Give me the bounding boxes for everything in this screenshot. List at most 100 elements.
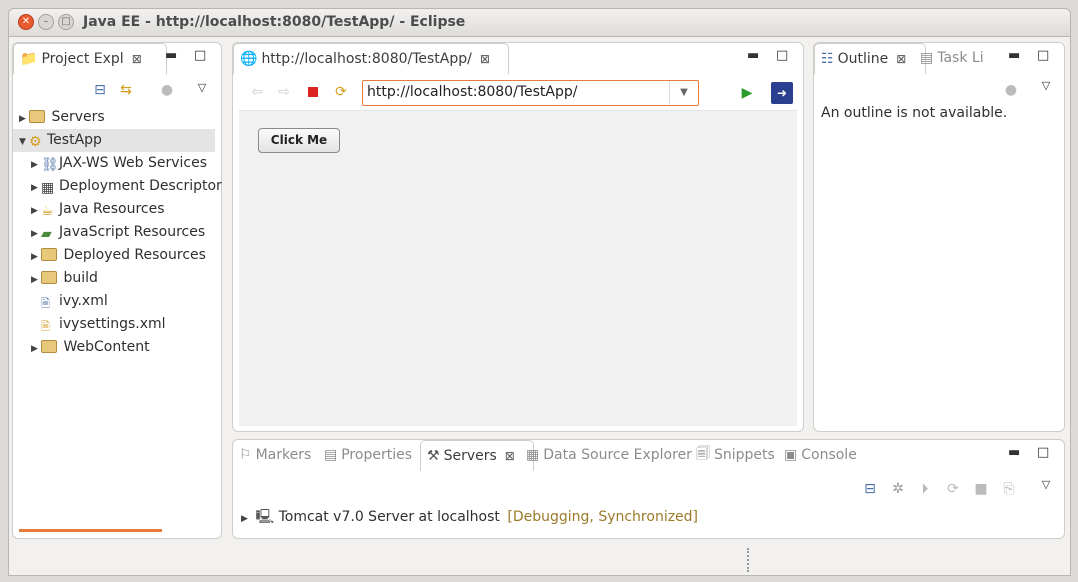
servers-icon: ⚒ (427, 448, 440, 464)
expand-triangle-icon[interactable]: ▶ (241, 514, 251, 524)
tab-snippets[interactable]: 🗐 Snippets (690, 440, 781, 470)
stop-icon[interactable] (304, 83, 322, 101)
tree-item-label: ivysettings.xml (59, 316, 166, 332)
collapse-triangle-icon[interactable]: ▼ (19, 131, 29, 154)
view-menu-icon[interactable]: ▽ (1037, 77, 1055, 95)
minimize-view-icon[interactable]: ▬ (1008, 48, 1020, 63)
tree-item-javascript-resources[interactable]: ▶ ▰ JavaScript Resources (31, 221, 205, 244)
expand-triangle-icon[interactable]: ▶ (31, 269, 41, 292)
minimize-view-icon[interactable]: ▬ (1008, 445, 1020, 460)
expand-triangle-icon[interactable]: ▶ (31, 338, 41, 361)
server-row[interactable]: ▶ 🖳 Tomcat v7.0 Server at localhost [Deb… (241, 506, 698, 530)
minimize-view-icon[interactable]: ▬ (165, 48, 177, 63)
collapse-all-icon[interactable]: ⊟ (91, 81, 109, 99)
tree-item-testapp[interactable]: ▼ ⚙ TestApp (13, 129, 215, 152)
tab-data-source-explorer[interactable]: ▦ Data Source Explorer (520, 440, 698, 470)
tree-item-deployment-descriptor[interactable]: ▶ ▦ Deployment Descriptor (31, 175, 222, 198)
tree-item-webcontent[interactable]: ▶ WebContent (31, 336, 150, 359)
close-tab-icon[interactable]: ⊠ (896, 52, 906, 66)
tab-servers[interactable]: ⚒ Servers ⊠ (420, 440, 534, 471)
expand-triangle-icon[interactable]: ▶ (31, 223, 41, 246)
maximize-window-button[interactable]: □ (58, 14, 74, 30)
tree-item-build[interactable]: ▶ build (31, 267, 98, 290)
view-menu-icon[interactable]: ▽ (1037, 476, 1055, 494)
progress-indicator (19, 529, 162, 532)
tree-item-label: Servers (51, 109, 105, 125)
tree-item-ivy-xml[interactable]: 🗎 ivy.xml (41, 290, 108, 313)
tab-label: Markers (255, 447, 312, 463)
tab-label: Properties (341, 447, 412, 463)
browser-viewport: Click Me (239, 110, 797, 426)
tab-project-explorer[interactable]: 📁 Project Expl ⊠ (13, 43, 167, 74)
maximize-view-icon[interactable]: □ (194, 48, 206, 63)
start-server-icon[interactable]: ⏵ (916, 480, 934, 498)
publish-icon[interactable]: ⎘ (1000, 480, 1018, 498)
expand-triangle-icon[interactable]: ▶ (31, 177, 41, 200)
close-tab-icon[interactable]: ⊠ (132, 52, 142, 66)
expand-triangle-icon[interactable]: ▶ (31, 154, 41, 177)
expand-triangle-icon[interactable]: ▶ (31, 246, 41, 269)
tree-item-label: Deployed Resources (63, 247, 206, 263)
profile-server-icon[interactable]: ⟳ (944, 480, 962, 498)
tree-item-java-resources[interactable]: ▶ ☕ Java Resources (31, 198, 165, 221)
link-with-editor-icon[interactable]: ⇆ (117, 81, 135, 99)
tab-task-list[interactable]: ▤ Task Li (914, 43, 990, 73)
status-bar-separator (747, 548, 751, 572)
xml-file-icon: 🗎 (41, 320, 50, 333)
go-icon[interactable]: ▶ (738, 84, 756, 102)
collapse-all-icon[interactable]: ⊟ (861, 480, 879, 498)
tree-item-servers[interactable]: ▶ Servers (19, 106, 105, 129)
view-menu-icon[interactable]: ▽ (193, 79, 211, 97)
url-dropdown-icon[interactable]: ▼ (669, 81, 698, 105)
close-tab-icon[interactable]: ⊠ (480, 52, 490, 66)
window-titlebar[interactable]: ✕ – □ Java EE - http://localhost:8080/Te… (8, 8, 1071, 36)
xml-file-icon: 🗎 (41, 297, 50, 310)
bottom-panel: ⚐ Markers ▤ Properties ⚒ Servers ⊠ ▦ Data Sou… (232, 439, 1065, 539)
tab-label: Outline (837, 51, 889, 67)
globe-icon: 🌐 (240, 51, 258, 67)
expand-triangle-icon[interactable]: ▶ (31, 200, 41, 223)
maximize-view-icon[interactable]: □ (1037, 445, 1049, 460)
debug-server-icon[interactable]: ✲ (889, 480, 907, 498)
url-input[interactable]: http://localhost:8080/TestApp/ ▼ (362, 80, 699, 106)
focus-icon[interactable]: ● (1002, 81, 1020, 99)
outline-message: An outline is not available. (821, 105, 1008, 121)
markers-icon: ⚐ (239, 447, 252, 463)
tab-browser[interactable]: 🌐 http://localhost:8080/TestApp/ ⊠ (233, 43, 509, 74)
outline-icon: ☷ (821, 51, 834, 67)
tab-label: Data Source Explorer (543, 447, 692, 463)
tree-item-jaxws[interactable]: ▶ ⛓JAX-WS Web Services (31, 152, 207, 175)
stop-server-icon[interactable]: ■ (972, 480, 990, 498)
tree-item-label: Java Resources (59, 201, 165, 217)
refresh-icon[interactable]: ⟳ (332, 83, 350, 101)
tree-item-label: build (63, 270, 98, 286)
project-explorer-icon: 📁 (20, 51, 38, 67)
tab-properties[interactable]: ▤ Properties (318, 440, 418, 470)
close-window-button[interactable]: ✕ (18, 14, 34, 30)
folder-icon (41, 340, 57, 353)
close-tab-icon[interactable]: ⊠ (505, 449, 515, 463)
descriptor-icon: ▦ (41, 180, 55, 196)
eclipse-icon[interactable]: ➜ (771, 82, 793, 104)
tab-console[interactable]: ▣ Console (778, 440, 863, 470)
focus-icon[interactable]: ● (158, 81, 176, 99)
tree-item-ivysettings-xml[interactable]: 🗎 ivysettings.xml (41, 313, 166, 336)
forward-icon[interactable]: ⇨ (275, 83, 293, 101)
data-source-icon: ▦ (526, 447, 540, 463)
minimize-view-icon[interactable]: ▬ (747, 48, 759, 63)
server-icon: 🖳 (255, 509, 275, 525)
maximize-view-icon[interactable]: □ (1037, 48, 1049, 63)
project-explorer-panel: 📁 Project Expl ⊠ ▬ □ ⊟ ⇆ ● ▽ ▶ Servers ▼… (12, 42, 222, 539)
expand-triangle-icon[interactable]: ▶ (19, 108, 29, 131)
tree-item-deployed-resources[interactable]: ▶ Deployed Resources (31, 244, 206, 267)
click-me-button[interactable]: Click Me (258, 128, 340, 153)
tree-item-label: ivy.xml (59, 293, 108, 309)
snippets-icon: 🗐 (696, 446, 710, 462)
maximize-view-icon[interactable]: □ (776, 48, 788, 63)
minimize-window-button[interactable]: – (38, 14, 54, 30)
tab-label: Console (801, 447, 857, 463)
tab-markers[interactable]: ⚐ Markers (233, 440, 317, 470)
browser-editor-panel: 🌐 http://localhost:8080/TestApp/ ⊠ ▬ □ ⇦… (232, 42, 804, 432)
back-icon[interactable]: ⇦ (248, 83, 266, 101)
tab-outline[interactable]: ☷ Outline ⊠ (814, 43, 926, 74)
